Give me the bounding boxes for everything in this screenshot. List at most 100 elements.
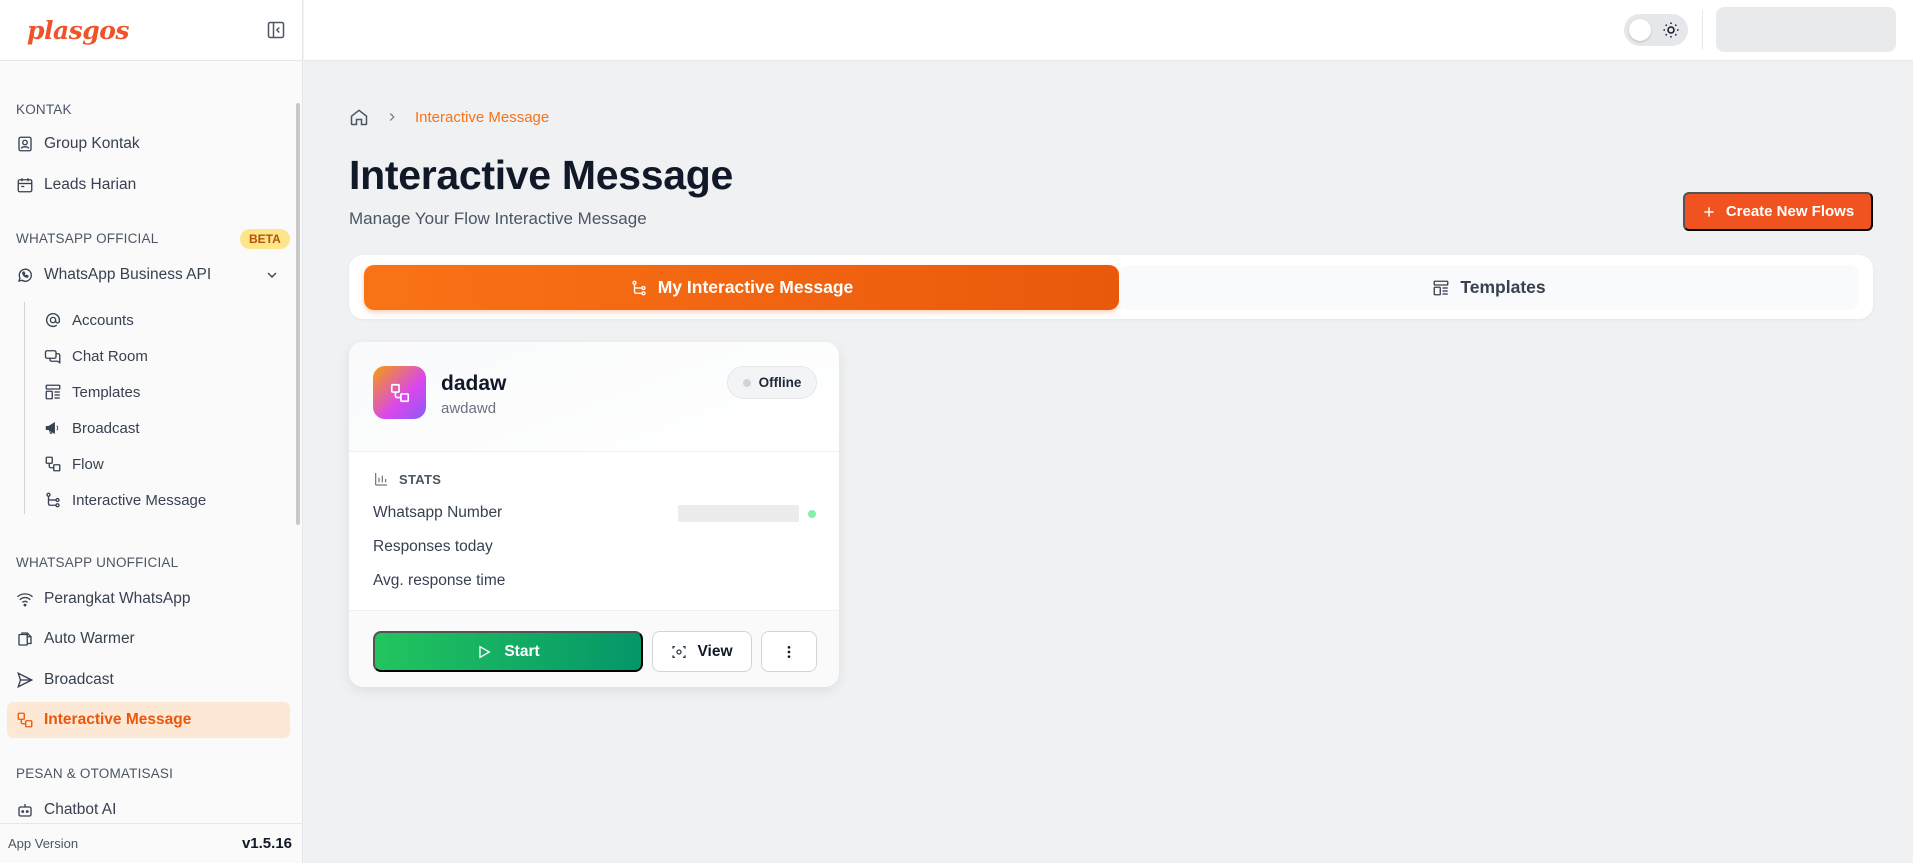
app-version-label: App Version xyxy=(8,836,79,851)
sidebar-item-chatbot-ai[interactable]: Chatbot AI xyxy=(16,797,116,823)
sidebar-item-accounts[interactable]: Accounts xyxy=(44,307,134,333)
sidebar-item-label: Chat Room xyxy=(72,347,148,365)
card-actions: Start View xyxy=(349,610,839,687)
sidebar-item-broadcast-official[interactable]: Broadcast xyxy=(44,415,140,441)
sidebar-scrollbar[interactable] xyxy=(296,103,300,525)
page-subtitle: Manage Your Flow Interactive Message xyxy=(349,209,647,228)
tab-my-interactive-message[interactable]: My Interactive Message xyxy=(364,265,1119,310)
send-icon xyxy=(16,671,34,689)
sidebar-collapse-icon[interactable] xyxy=(266,20,286,40)
at-sign-icon xyxy=(44,311,62,329)
more-options-button[interactable] xyxy=(761,631,817,672)
create-button-label: Create New Flows xyxy=(1725,203,1855,220)
section-title-pesan-otomatisasi: PESAN & OTOMATISASI xyxy=(16,766,174,781)
wifi-icon xyxy=(16,590,34,608)
sidebar-item-chat-room[interactable]: Chat Room xyxy=(44,343,148,369)
sidebar-item-whatsapp-business-api[interactable]: WhatsApp Business API xyxy=(16,262,211,288)
flow-icon xyxy=(16,711,34,729)
megaphone-icon xyxy=(44,419,62,437)
flow-name: dadaw xyxy=(441,372,507,395)
tab-templates[interactable]: Templates xyxy=(1119,265,1859,310)
tab-bar: My Interactive Message Templates xyxy=(349,255,1873,319)
sidebar-item-broadcast-unofficial[interactable]: Broadcast xyxy=(16,667,114,693)
sidebar-item-label: Broadcast xyxy=(72,419,140,437)
start-button[interactable]: Start xyxy=(373,631,643,672)
flow-avatar xyxy=(373,366,426,419)
whatsapp-icon xyxy=(16,266,34,284)
sidebar-item-label: Leads Harian xyxy=(44,176,137,193)
chevron-right-icon xyxy=(385,110,399,124)
home-icon[interactable] xyxy=(349,107,369,127)
status-dot xyxy=(742,378,751,387)
section-title-kontak: KONTAK xyxy=(16,102,72,117)
brand-logo[interactable]: plasgos xyxy=(27,16,129,45)
sidebar-item-interactive-message[interactable]: Interactive Message xyxy=(7,702,290,738)
chevron-down-icon[interactable] xyxy=(264,267,280,283)
create-new-flows-button[interactable]: Create New Flows xyxy=(1683,192,1873,231)
sidebar-item-label: Templates xyxy=(72,383,141,401)
chat-icon xyxy=(44,347,62,365)
sidebar-item-label: Auto Warmer xyxy=(44,630,135,647)
toggle-knob xyxy=(1629,19,1651,41)
topbar-divider xyxy=(1702,10,1703,50)
sidebar-item-label: Group Kontak xyxy=(44,135,140,152)
flow-icon xyxy=(390,383,409,402)
sidebar-item-templates[interactable]: Templates xyxy=(44,379,140,405)
flow-description: awdawd xyxy=(441,400,497,417)
submenu-guide-line xyxy=(24,302,25,514)
sidebar-item-label: Broadcast xyxy=(44,671,114,688)
beta-badge: BETA xyxy=(240,229,290,249)
breadcrumb: Interactive Message xyxy=(349,107,549,127)
user-menu[interactable] xyxy=(1716,7,1896,52)
sidebar-item-label: Flow xyxy=(72,455,104,473)
section-title-whatsapp-unofficial: WHATSAPP UNOFFICIAL xyxy=(16,555,179,570)
sidebar-footer: App Version v1.5.16 xyxy=(0,823,302,863)
stats-heading: STATS xyxy=(373,471,441,487)
view-button[interactable]: View xyxy=(652,631,752,672)
stats-title: STATS xyxy=(399,471,442,487)
bot-icon xyxy=(16,801,34,819)
section-title-whatsapp-official: WHATSAPP OFFICIAL xyxy=(16,231,159,246)
more-vertical-icon xyxy=(787,645,791,658)
flow-icon xyxy=(44,455,62,473)
sidebar-item-leads-harian[interactable]: Leads Harian xyxy=(16,172,136,198)
sidebar-header: plasgos xyxy=(0,0,302,61)
card-header: dadaw awdawd Offline xyxy=(349,342,839,452)
stat-responses-today: Responses today xyxy=(373,538,493,555)
connection-dot xyxy=(808,510,816,518)
sidebar-item-label: Chatbot AI xyxy=(44,801,117,818)
sidebar-item-perangkat-whatsapp[interactable]: Perangkat WhatsApp xyxy=(16,586,190,612)
sidebar-item-auto-warmer[interactable]: Auto Warmer xyxy=(16,626,135,652)
play-icon xyxy=(479,645,492,658)
theme-toggle[interactable] xyxy=(1624,14,1688,46)
calendar-icon xyxy=(16,176,34,194)
page-title: Interactive Message xyxy=(349,152,734,198)
templates-icon xyxy=(44,383,62,401)
sidebar-item-label: Accounts xyxy=(72,311,134,329)
sidebar-item-label: Interactive Message xyxy=(44,711,192,728)
sidebar-item-label: Interactive Message xyxy=(72,491,207,509)
branch-icon xyxy=(630,279,648,297)
branch-icon xyxy=(44,491,62,509)
auto-warmer-icon xyxy=(16,630,34,648)
stat-whatsapp-number: Whatsapp Number xyxy=(373,504,503,521)
sidebar-item-interactive-message-official[interactable]: Interactive Message xyxy=(44,487,206,513)
sidebar-item-label: Perangkat WhatsApp xyxy=(44,590,191,607)
scan-icon xyxy=(672,645,687,658)
templates-icon xyxy=(1432,279,1450,297)
stat-avg-response-time: Avg. response time xyxy=(373,572,506,589)
plus-icon xyxy=(1702,205,1716,219)
sidebar-item-group-kontak[interactable]: Group Kontak xyxy=(16,131,140,157)
view-label: View xyxy=(697,642,733,660)
sidebar: plasgos KONTAK Group Kontak Leads Harian… xyxy=(0,0,303,863)
status-badge: Offline xyxy=(727,366,817,399)
start-label: Start xyxy=(504,642,540,660)
sun-icon xyxy=(1662,21,1680,39)
app-version-value: v1.5.16 xyxy=(241,835,292,852)
whatsapp-number-value xyxy=(678,505,799,522)
status-label: Offline xyxy=(758,375,802,390)
sidebar-item-flow[interactable]: Flow xyxy=(44,451,104,477)
tab-label: My Interactive Message xyxy=(657,277,854,297)
flow-card: dadaw awdawd Offline STATS Whatsapp Numb… xyxy=(349,342,839,687)
sidebar-nav: KONTAK Group Kontak Leads Harian WHATSAP… xyxy=(0,61,302,823)
